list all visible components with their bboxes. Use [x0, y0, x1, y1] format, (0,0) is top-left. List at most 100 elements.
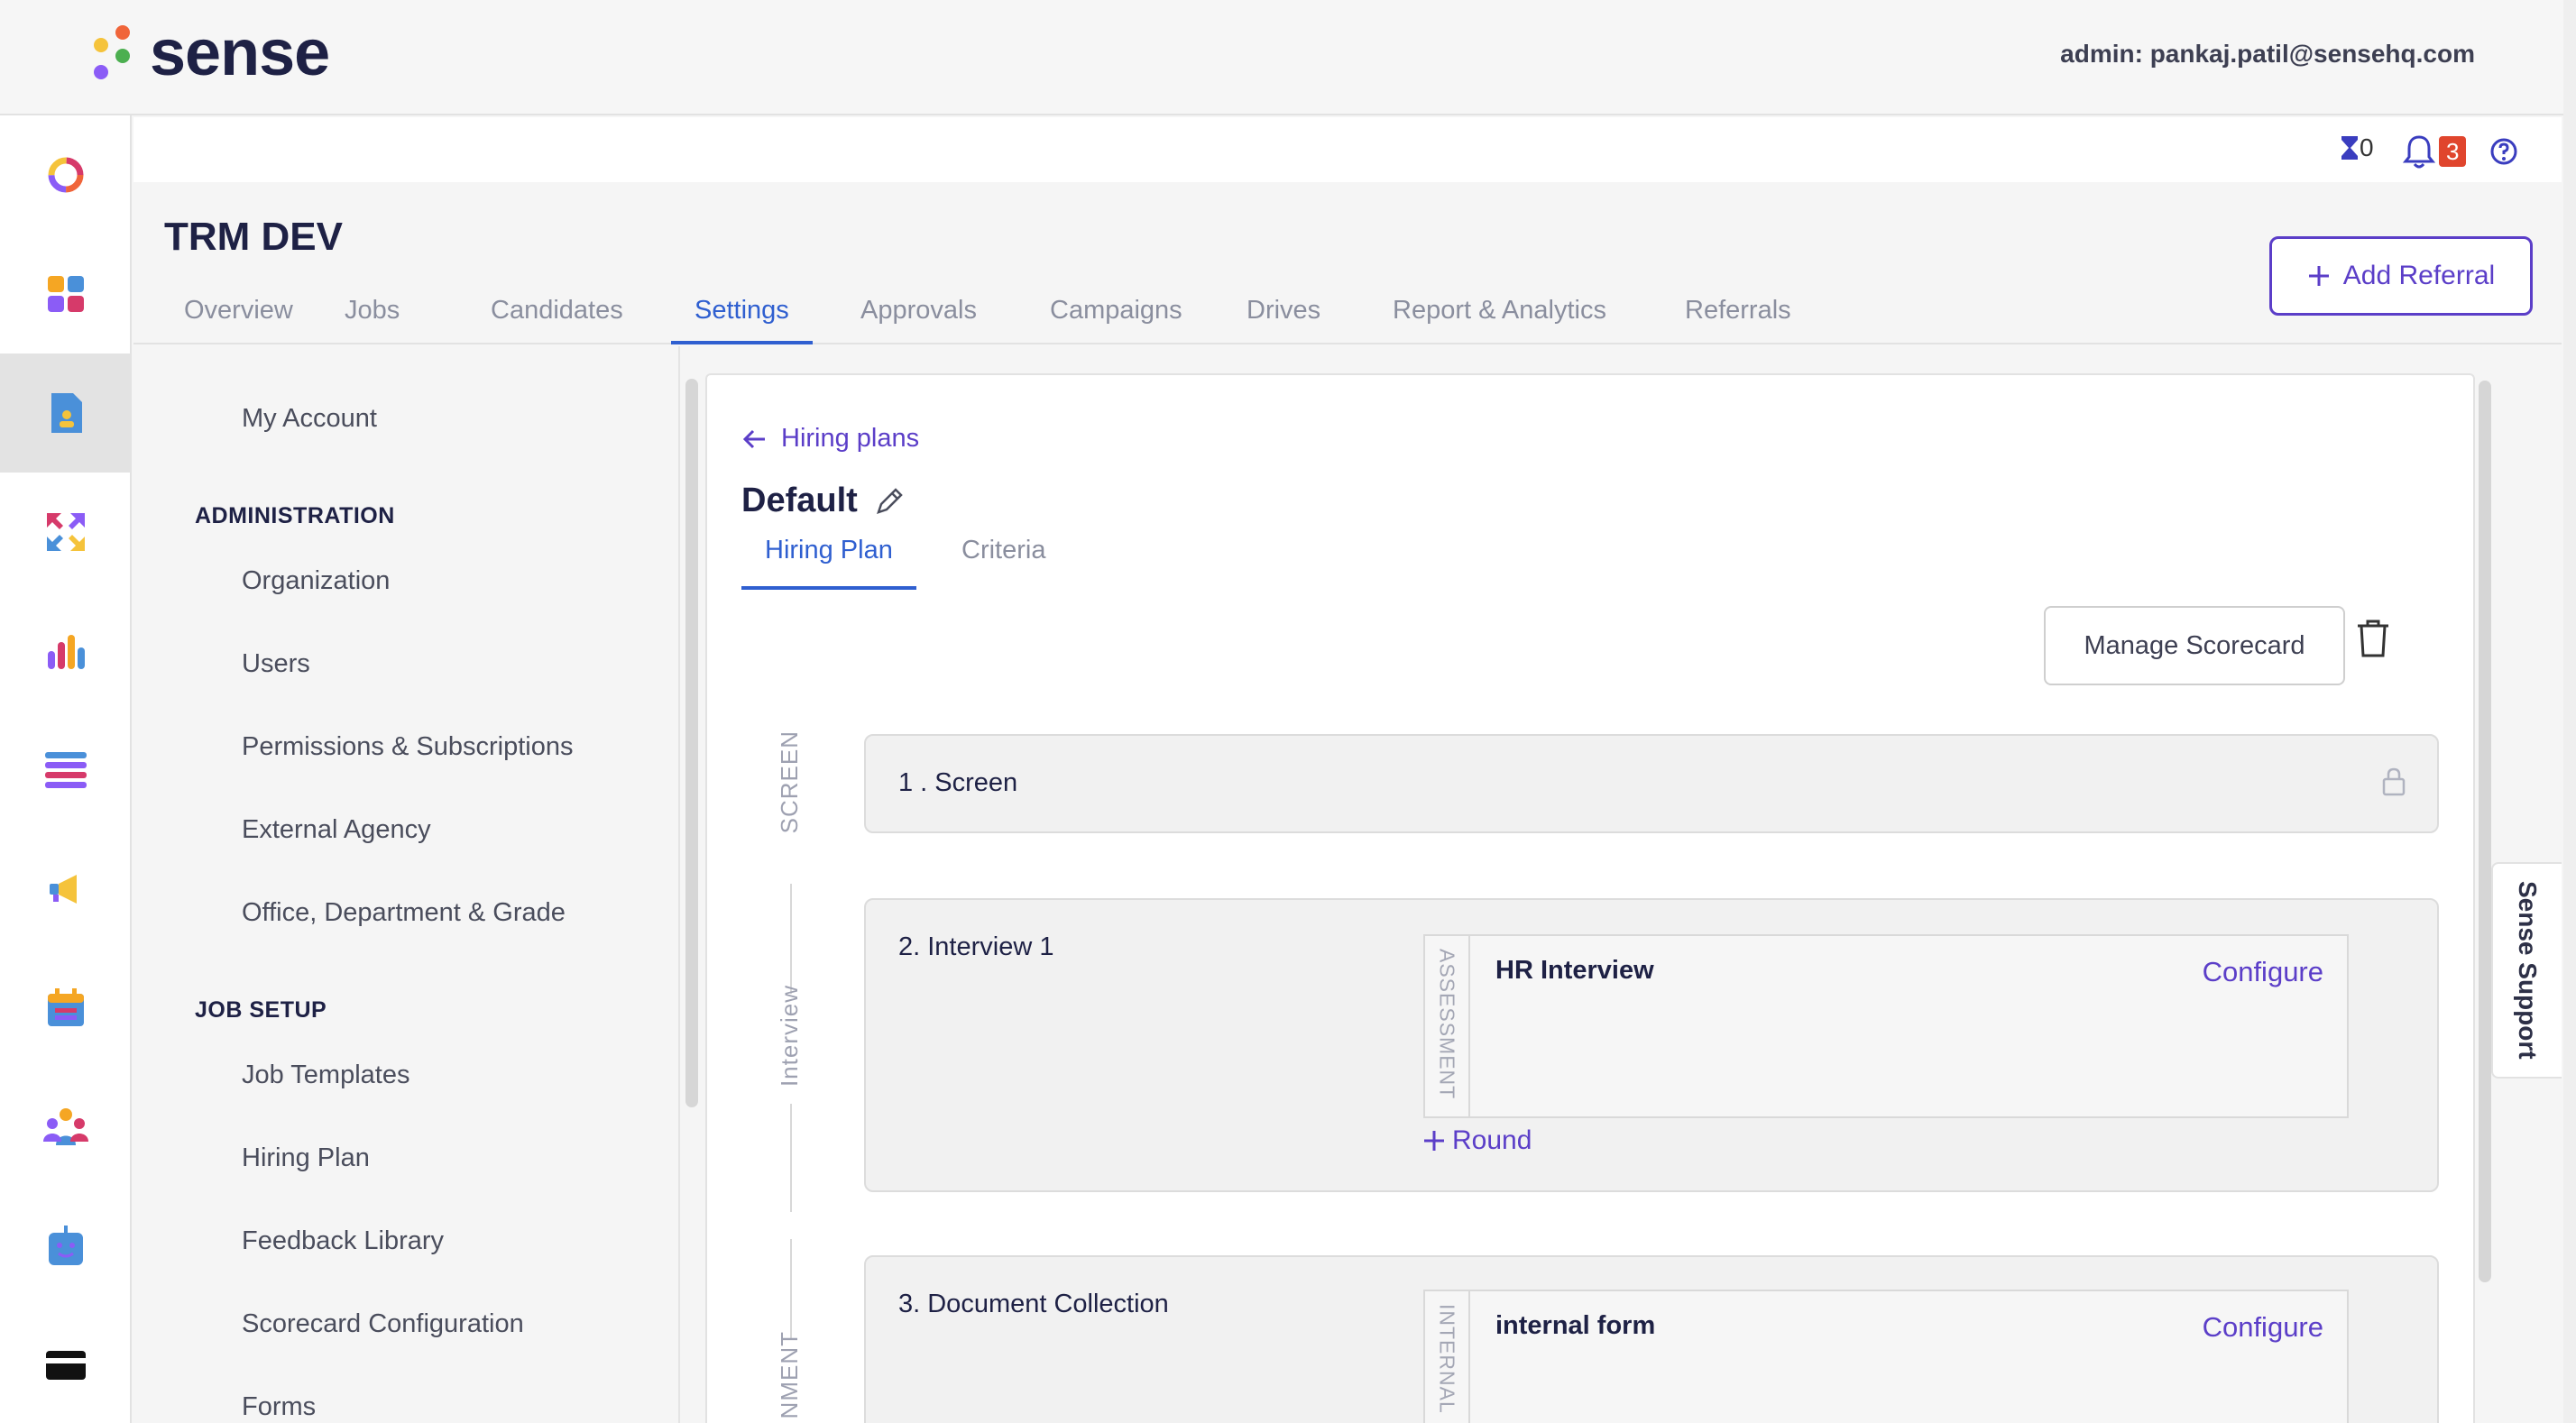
hiring-plan-panel: Hiring plans Default Hiring Plan Criteri…: [705, 373, 2475, 1423]
settings-menu: My Account ADMINISTRATION Organization U…: [133, 346, 680, 1423]
subtab-criteria[interactable]: Criteria: [938, 536, 1069, 590]
timer-count: 0: [2360, 133, 2374, 161]
round-document-collection[interactable]: 3. Document Collection INTERNAL internal…: [864, 1255, 2439, 1423]
logo-dots-icon: [87, 22, 132, 85]
configure-link[interactable]: Configure: [2203, 956, 2323, 988]
menu-office-department-grade[interactable]: Office, Department & Grade: [242, 898, 566, 928]
tab-report-analytics[interactable]: Report & Analytics: [1369, 296, 1630, 344]
logo-wordmark: sense: [150, 17, 330, 89]
round-title: 1 . Screen: [898, 768, 1018, 797]
menu-external-agency[interactable]: External Agency: [242, 815, 431, 845]
bell-icon: [2403, 135, 2435, 169]
round-title: 2. Interview 1: [898, 932, 1054, 961]
rail-list[interactable]: [0, 711, 132, 830]
rail-analytics[interactable]: [0, 592, 132, 711]
sense-support-tab[interactable]: Sense Support: [2491, 862, 2562, 1079]
pencil-icon[interactable]: [874, 486, 905, 517]
stage-label-interview: Interview: [776, 985, 803, 1088]
sense-support-label: Sense Support: [2514, 881, 2542, 1060]
notifications[interactable]: 3: [2403, 133, 2467, 170]
assessment-item-name: HR Interview: [1495, 956, 1654, 985]
rail-jobs[interactable]: [0, 353, 132, 473]
notification-badge: 3: [2439, 136, 2467, 167]
people-icon: [43, 1108, 88, 1145]
configure-link[interactable]: Configure: [2203, 1311, 2323, 1344]
round-screen[interactable]: 1 . Screen: [864, 734, 2439, 833]
rail-apps[interactable]: [0, 234, 132, 353]
add-referral-label: Add Referral: [2342, 261, 2496, 290]
stage-connector: [790, 1104, 792, 1212]
internal-item-name: internal form: [1495, 1311, 1656, 1340]
tab-campaigns[interactable]: Campaigns: [1026, 296, 1206, 344]
tab-referrals[interactable]: Referrals: [1661, 296, 1815, 344]
menu-users[interactable]: Users: [242, 649, 310, 679]
menu-organization[interactable]: Organization: [242, 566, 390, 596]
rail-calendar[interactable]: [0, 949, 132, 1068]
add-round-button[interactable]: Round: [1423, 1125, 1532, 1156]
help-icon: [2490, 138, 2517, 165]
rail-billing[interactable]: [0, 1306, 132, 1423]
calendar-icon: [48, 988, 84, 1026]
plan-name-text: Default: [741, 482, 858, 519]
menu-forms[interactable]: Forms: [242, 1392, 316, 1422]
main-nav-rail: [0, 115, 132, 1423]
plan-name: Default: [741, 482, 905, 520]
round-title: 3. Document Collection: [898, 1290, 1169, 1318]
assessment-side-label: ASSESSMENT: [1425, 936, 1470, 1116]
internal-side-label: INTERNAL: [1425, 1291, 1470, 1423]
stage-connector: [790, 1239, 792, 1338]
help-button[interactable]: [2489, 137, 2518, 166]
rail-bot[interactable]: [0, 1187, 132, 1306]
utility-bar: 0 3: [133, 117, 2562, 182]
plus-icon: [2308, 266, 2329, 286]
tab-approvals[interactable]: Approvals: [837, 296, 1000, 344]
rail-people[interactable]: [0, 1068, 132, 1187]
menu-hiring-plan[interactable]: Hiring Plan: [242, 1143, 370, 1173]
page-scrollbar[interactable]: [2563, 0, 2576, 1423]
tab-settings[interactable]: Settings: [671, 296, 813, 344]
menu-permissions-subscriptions[interactable]: Permissions & Subscriptions: [242, 732, 573, 762]
stage-connector: [790, 884, 792, 994]
rail-transfer[interactable]: [0, 473, 132, 592]
subtab-hiring-plan[interactable]: Hiring Plan: [741, 536, 916, 590]
card-icon: [46, 1351, 86, 1380]
arrow-left-icon: [742, 429, 765, 448]
menu-my-account[interactable]: My Account: [242, 404, 377, 434]
tab-jobs[interactable]: Jobs: [321, 296, 423, 344]
rail-dashboard[interactable]: [0, 115, 132, 234]
add-referral-button[interactable]: Add Referral: [2269, 236, 2533, 316]
round-interview-1[interactable]: 2. Interview 1 ASSESSMENT HR Interview C…: [864, 898, 2439, 1192]
menu-job-templates[interactable]: Job Templates: [242, 1060, 409, 1090]
content-scrollbar[interactable]: [2479, 381, 2491, 1282]
admin-user-label[interactable]: admin: pankaj.patil@sensehq.com: [2060, 40, 2475, 69]
back-to-hiring-plans-link[interactable]: Hiring plans: [741, 424, 919, 454]
rail-campaigns[interactable]: [0, 830, 132, 949]
add-round-label: Round: [1452, 1125, 1532, 1155]
trash-icon: [2358, 620, 2388, 657]
tab-overview[interactable]: Overview: [161, 296, 317, 344]
stage-label-screen: SCREEN: [776, 730, 803, 834]
jobs-icon: [51, 393, 82, 433]
menu-scorecard-configuration[interactable]: Scorecard Configuration: [242, 1309, 524, 1339]
menu-scrollbar[interactable]: [685, 379, 698, 1107]
menu-section-administration: ADMINISTRATION: [195, 503, 395, 528]
manage-scorecard-button[interactable]: Manage Scorecard: [2044, 606, 2345, 685]
project-title: TRM DEV: [164, 215, 343, 259]
sense-logo[interactable]: sense: [87, 17, 330, 89]
assessment-block: ASSESSMENT HR Interview Configure: [1423, 934, 2349, 1118]
menu-divider: [678, 346, 680, 1423]
timer-indicator[interactable]: 0: [2340, 133, 2374, 162]
tab-candidates[interactable]: Candidates: [467, 296, 647, 344]
project-tabs: Overview Jobs Candidates Settings Approv…: [133, 280, 2562, 344]
menu-feedback-library[interactable]: Feedback Library: [242, 1226, 444, 1256]
stage-label-assignment: NMENT: [776, 1331, 803, 1419]
plus-icon: [1424, 1131, 1444, 1151]
internal-block: INTERNAL internal form Configure: [1423, 1290, 2349, 1423]
lock-icon: [2382, 767, 2406, 796]
bot-icon: [49, 1226, 83, 1265]
menu-section-job-setup: JOB SETUP: [195, 997, 327, 1023]
tab-drives[interactable]: Drives: [1223, 296, 1344, 344]
delete-plan-button[interactable]: [2356, 619, 2390, 663]
analytics-icon: [48, 635, 85, 669]
megaphone-icon: [50, 875, 77, 904]
